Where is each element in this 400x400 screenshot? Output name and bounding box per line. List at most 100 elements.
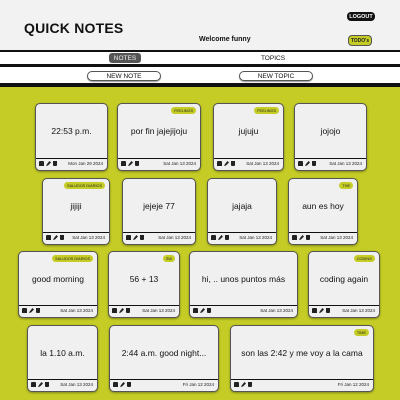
note-actions [31, 382, 49, 387]
note-text: 22:53 p.m. [51, 126, 92, 136]
trash-icon[interactable] [135, 161, 139, 166]
trash-icon[interactable] [248, 382, 252, 387]
note-card[interactable]: FEELINGS por fin jajejijoju Sat Jan 13 202… [117, 103, 201, 171]
folder-icon[interactable] [292, 235, 297, 240]
note-footer: Sat Jan 13 2024 [309, 305, 379, 317]
trash-icon[interactable] [45, 382, 49, 387]
note-text: coding again [319, 273, 369, 284]
edit-icon[interactable] [29, 308, 34, 313]
edit-icon[interactable] [218, 235, 223, 240]
note-footer: Sat Jan 13 2024 [43, 232, 109, 244]
edit-icon[interactable] [38, 382, 43, 387]
note-card[interactable]: 22:53 p.m. Mon Jan 29 2024 [35, 103, 108, 171]
app-header: QUICK NOTES LOGOUT Welcome funny TODO's [0, 0, 400, 50]
trash-icon[interactable] [225, 235, 229, 240]
folder-icon[interactable] [22, 308, 27, 313]
folder-icon[interactable] [126, 235, 131, 240]
note-card[interactable]: hi, .. unos puntos más Sat Jan 13 2024 [189, 251, 298, 318]
edit-icon[interactable] [299, 235, 304, 240]
edit-icon[interactable] [241, 382, 246, 387]
new-topic-button[interactable]: NEW TOPIC [239, 71, 313, 81]
folder-icon[interactable] [112, 308, 117, 313]
todo-button[interactable]: TODO's [348, 35, 372, 46]
note-card[interactable]: SALUDOS DIARIOS jijiji Sat Jan 13 2024 [42, 178, 110, 245]
trash-icon[interactable] [312, 161, 316, 166]
note-text: jujuju [238, 126, 259, 136]
note-actions [121, 161, 139, 166]
trash-icon[interactable] [36, 308, 40, 313]
note-footer: Fri Jan 12 2024 [110, 379, 218, 391]
note-card[interactable]: la 1.10 a.m. Sat Jan 13 2024 [27, 325, 98, 392]
new-note-button[interactable]: NEW NOTE [87, 71, 161, 81]
note-card[interactable]: jojojo Sat Jan 13 2024 [294, 103, 367, 171]
note-actions [312, 308, 330, 313]
note-date: Sat Jan 13 2024 [320, 235, 353, 240]
folder-icon[interactable] [46, 235, 51, 240]
folder-icon[interactable] [121, 161, 126, 166]
note-date: Fri Jan 12 2024 [182, 382, 214, 387]
folder-icon[interactable] [193, 308, 198, 313]
edit-icon[interactable] [53, 235, 58, 240]
note-text: jajaja [232, 200, 252, 211]
edit-icon[interactable] [224, 161, 229, 166]
edit-icon[interactable] [46, 161, 51, 166]
trash-icon[interactable] [53, 161, 57, 166]
note-date: Sat Jan 13 2024 [60, 382, 93, 387]
edit-icon[interactable] [120, 382, 125, 387]
trash-icon[interactable] [231, 161, 235, 166]
trash-icon[interactable] [326, 308, 330, 313]
note-card[interactable]: FEELINGS jujuju Sat Jan 13 2024 [213, 103, 284, 171]
note-date: Mon Jan 29 2024 [68, 161, 103, 166]
note-actions [298, 161, 316, 166]
folder-icon[interactable] [234, 382, 239, 387]
welcome-text: Welcome funny [199, 36, 251, 43]
trash-icon[interactable] [126, 308, 130, 313]
trash-icon[interactable] [127, 382, 131, 387]
trash-icon[interactable] [207, 308, 211, 313]
note-actions [217, 161, 235, 166]
edit-icon[interactable] [128, 161, 133, 166]
note-card[interactable]: 2:44 a.m. good night... Fri Jan 12 2024 [109, 325, 219, 392]
edit-icon[interactable] [319, 308, 324, 313]
folder-icon[interactable] [39, 161, 44, 166]
note-footer: Sat Jan 13 2024 [190, 305, 297, 317]
note-card[interactable]: TIME son las 2:42 y me voy a la cama Fri J… [230, 325, 374, 392]
note-footer: Sat Jan 13 2024 [28, 379, 97, 391]
tab-topics[interactable]: TOPICS [255, 53, 291, 63]
note-text: jejeje 77 [143, 200, 175, 211]
note-text: por fin jajejijoju [130, 126, 188, 136]
edit-icon[interactable] [200, 308, 205, 313]
trash-icon[interactable] [60, 235, 64, 240]
logout-button[interactable]: LOGOUT [347, 12, 375, 21]
note-card[interactable]: jejeje 77 Sat Jan 13 2024 [122, 178, 196, 245]
note-text: hi, .. unos puntos más [201, 273, 286, 284]
note-date: Sat Jan 13 2024 [163, 161, 196, 166]
note-footer: Sat Jan 13 2024 [123, 232, 195, 244]
folder-icon[interactable] [31, 382, 36, 387]
note-card[interactable]: SW 56 + 13 Sat Jan 13 2024 [108, 251, 180, 318]
note-date: Sat Jan 13 2024 [342, 308, 375, 313]
note-card[interactable]: jajaja Sat Jan 13 2024 [207, 178, 277, 245]
note-actions [193, 308, 211, 313]
folder-icon[interactable] [298, 161, 303, 166]
folder-icon[interactable] [211, 235, 216, 240]
edit-icon[interactable] [305, 161, 310, 166]
folder-icon[interactable] [113, 382, 118, 387]
edit-icon[interactable] [119, 308, 124, 313]
note-card[interactable]: CODING coding again Sat Jan 13 2024 [308, 251, 380, 318]
note-card[interactable]: THE aun es hoy Sat Jan 13 2024 [288, 178, 358, 245]
note-card[interactable]: SALUDOS DIARIOS good morning Sat Jan 13 20… [18, 251, 98, 318]
app-title: QUICK NOTES [24, 20, 124, 36]
tab-notes[interactable]: NOTES [109, 53, 141, 63]
note-date: Fri Jan 12 2024 [337, 382, 369, 387]
trash-icon[interactable] [306, 235, 310, 240]
trash-icon[interactable] [140, 235, 144, 240]
note-actions [292, 235, 310, 240]
note-date: Sat Jan 13 2024 [72, 235, 105, 240]
note-actions [234, 382, 252, 387]
note-footer: Sat Jan 13 2024 [208, 232, 276, 244]
divider [0, 83, 400, 87]
edit-icon[interactable] [133, 235, 138, 240]
folder-icon[interactable] [217, 161, 222, 166]
folder-icon[interactable] [312, 308, 317, 313]
